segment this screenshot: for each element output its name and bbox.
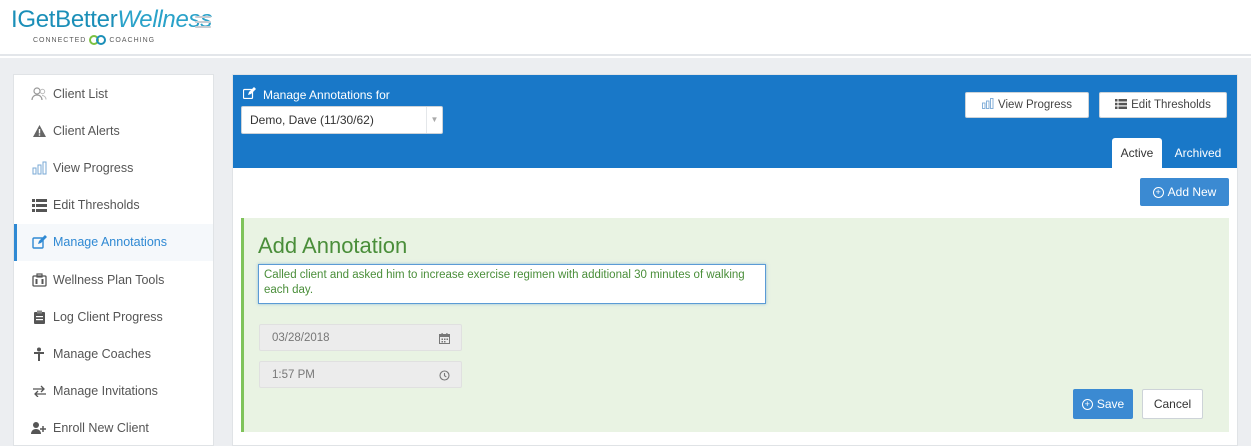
- sidebar-item-edit-thresholds[interactable]: Edit Thresholds: [14, 187, 213, 224]
- logo-tagline-right: COACHING: [109, 36, 156, 44]
- tab-active[interactable]: Active: [1112, 138, 1162, 168]
- cancel-button[interactable]: Cancel: [1142, 389, 1203, 419]
- sidebar-item-view-progress[interactable]: View Progress: [14, 149, 213, 186]
- clipboard-icon: [31, 309, 47, 325]
- edit-icon: [31, 234, 47, 250]
- client-select-value: Demo, Dave (11/30/62): [250, 113, 374, 127]
- list-icon: [31, 197, 47, 213]
- annotation-time-value: 1:57 PM: [272, 369, 315, 381]
- save-button[interactable]: + Save: [1073, 389, 1133, 419]
- sidebar-item-label: View Progress: [53, 160, 134, 175]
- sidebar-item-manage-annotations[interactable]: Manage Annotations: [14, 223, 213, 261]
- bar-chart-icon: [31, 160, 47, 176]
- menu-toggle-icon[interactable]: [195, 16, 211, 28]
- edit-thresholds-button[interactable]: Edit Thresholds: [1099, 92, 1227, 118]
- list-icon: [1115, 98, 1128, 112]
- edit-icon: [242, 87, 256, 102]
- tab-archived[interactable]: Archived: [1166, 138, 1230, 168]
- sidebar-item-label: Manage Annotations: [53, 235, 167, 250]
- banner-title-text: Manage Annotations for: [263, 87, 390, 102]
- tools-icon: [31, 272, 47, 288]
- chevron-down-icon: ▼: [426, 107, 442, 133]
- coach-icon: [31, 346, 47, 362]
- sidebar-item-label: Manage Coaches: [53, 346, 151, 361]
- clock-icon[interactable]: [437, 368, 451, 382]
- sidebar-nav: Client List Client Alerts View Progress …: [13, 74, 214, 446]
- main-panel: Manage Annotations for Demo, Dave (11/30…: [232, 74, 1238, 446]
- banner-title: Manage Annotations for: [242, 87, 390, 102]
- view-progress-button[interactable]: View Progress: [965, 92, 1089, 118]
- app-logo[interactable]: IGetBetterWellness CONNECTED COACHING: [11, 6, 212, 45]
- logo-tagline: CONNECTED COACHING: [33, 35, 212, 45]
- add-new-button[interactable]: + Add New: [1140, 178, 1229, 206]
- sidebar-item-client-list[interactable]: Client List: [14, 75, 213, 112]
- bar-chart-icon: [982, 98, 994, 112]
- sidebar-item-label: Client List: [53, 86, 108, 101]
- add-new-label: Add New: [1167, 185, 1217, 199]
- logo-wordmark: IGetBetterWellness: [11, 6, 212, 34]
- sidebar-item-wellness-plan-tools[interactable]: Wellness Plan Tools: [14, 261, 213, 298]
- sidebar-item-enroll-new-client[interactable]: Enroll New Client: [14, 410, 213, 446]
- annotation-time-field[interactable]: 1:57 PM: [259, 361, 462, 388]
- co-logo-icon: [89, 35, 107, 45]
- add-user-icon: [31, 420, 47, 436]
- users-icon: [31, 86, 47, 102]
- annotations-banner: Manage Annotations for Demo, Dave (11/30…: [233, 75, 1237, 168]
- save-label: Save: [1096, 397, 1125, 411]
- annotation-text-input[interactable]: Called client and asked him to increase …: [258, 264, 766, 304]
- add-annotation-card: Add Annotation Called client and asked h…: [241, 218, 1229, 432]
- sidebar-item-label: Edit Thresholds: [53, 198, 140, 213]
- sidebar-item-log-client-progress[interactable]: Log Client Progress: [14, 298, 213, 335]
- sidebar-item-label: Enroll New Client: [53, 421, 149, 436]
- warning-icon: [31, 123, 47, 139]
- add-annotation-title: Add Annotation: [258, 233, 408, 258]
- client-select[interactable]: Demo, Dave (11/30/62) ▼: [241, 106, 443, 134]
- sidebar-item-client-alerts[interactable]: Client Alerts: [14, 112, 213, 149]
- annotation-date-field[interactable]: 03/28/2018: [259, 324, 462, 351]
- view-progress-label: View Progress: [998, 99, 1072, 111]
- logo-part-1: IGetBetter: [11, 6, 118, 33]
- sidebar-item-manage-coaches[interactable]: Manage Coaches: [14, 335, 213, 372]
- top-header: IGetBetterWellness CONNECTED COACHING: [0, 0, 1251, 56]
- calendar-icon[interactable]: [437, 331, 451, 345]
- sidebar-item-manage-invitations[interactable]: Manage Invitations: [14, 373, 213, 410]
- logo-tagline-left: CONNECTED: [33, 36, 87, 44]
- plus-circle-icon: +: [1152, 186, 1164, 198]
- sidebar-item-label: Client Alerts: [53, 123, 120, 138]
- annotation-date-value: 03/28/2018: [272, 332, 330, 344]
- sidebar-item-label: Manage Invitations: [53, 384, 158, 399]
- sidebar-item-label: Wellness Plan Tools: [53, 272, 165, 287]
- sidebar-item-label: Log Client Progress: [53, 309, 163, 324]
- edit-thresholds-label: Edit Thresholds: [1131, 99, 1211, 111]
- plus-circle-icon: +: [1081, 398, 1093, 410]
- exchange-icon: [31, 383, 47, 399]
